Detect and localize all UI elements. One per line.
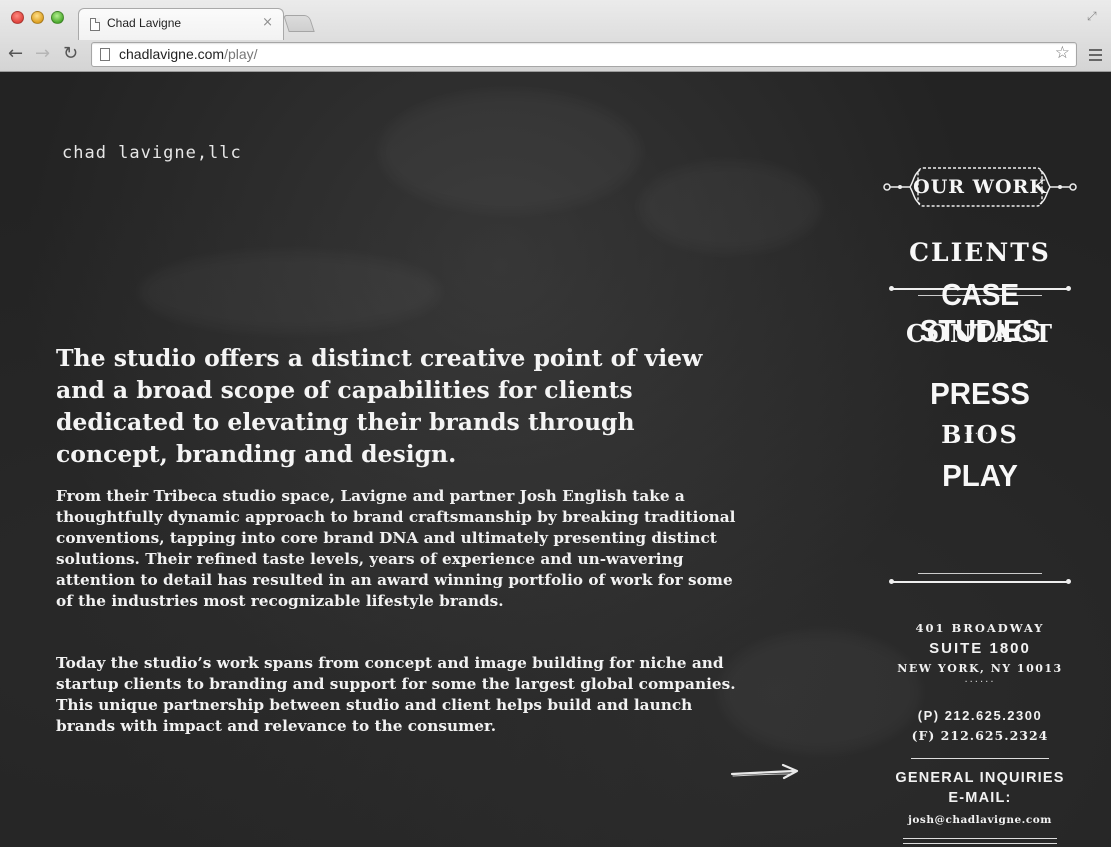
page-content: chad lavigne,llc The studio offers a dis… bbox=[0, 72, 1111, 847]
email-link[interactable]: josh@chadlavigne.com bbox=[880, 814, 1080, 826]
lead-paragraph: The studio offers a distinct creative po… bbox=[56, 344, 703, 468]
divider bbox=[903, 838, 1057, 839]
chalk-smudge bbox=[640, 162, 820, 252]
zoom-window-button[interactable] bbox=[51, 11, 64, 24]
our-work-banner: OUR WORK bbox=[880, 162, 1080, 222]
menu-icon[interactable] bbox=[1089, 49, 1102, 64]
reload-icon[interactable]: ↻ bbox=[63, 42, 78, 66]
forward-icon[interactable]: → bbox=[35, 42, 50, 66]
divider bbox=[911, 758, 1049, 759]
bookmark-star-icon[interactable]: ☆ bbox=[1055, 43, 1070, 63]
nav-link-play[interactable]: PLAY bbox=[885, 458, 1075, 494]
address-line: 401 BROADWAY bbox=[915, 621, 1045, 635]
close-window-button[interactable] bbox=[11, 11, 24, 24]
url-text[interactable]: chadlavigne.com/play/ bbox=[119, 46, 258, 62]
url-path: /play/ bbox=[224, 46, 258, 62]
new-tab-button[interactable] bbox=[283, 15, 315, 32]
inquiries-label: GENERAL INQUIRIES bbox=[895, 770, 1065, 786]
url-domain: chadlavigne.com bbox=[119, 46, 225, 62]
address-bar[interactable]: chadlavigne.com/play/ ☆ bbox=[91, 42, 1077, 67]
divider bbox=[903, 843, 1057, 844]
body-paragraph: Today the studio’s work spans from conce… bbox=[56, 654, 736, 735]
tab-title: Chad Lavigne bbox=[107, 16, 182, 30]
divider bbox=[918, 573, 1042, 574]
phone-number: (P) 212.625.2300 bbox=[917, 708, 1043, 723]
tab-close-icon[interactable]: × bbox=[262, 15, 273, 30]
nav-link-contact[interactable]: CONTACT bbox=[880, 319, 1080, 348]
minimize-window-button[interactable] bbox=[31, 11, 44, 24]
nav-link-press[interactable]: PRESS bbox=[885, 376, 1075, 412]
fax-number: (F) 212.625.2324 bbox=[911, 728, 1049, 743]
body-paragraph: From their Tribeca studio space, Lavigne… bbox=[56, 487, 736, 610]
chalk-smudge bbox=[380, 92, 640, 212]
divider bbox=[889, 579, 1071, 584]
nav-link-clients[interactable]: CLIENTS bbox=[880, 238, 1080, 267]
our-work-heading[interactable]: OUR WORK bbox=[910, 166, 1050, 208]
chalk-smudge bbox=[140, 252, 440, 332]
browser-toolbar: ← → ↻ chadlavigne.com/play/ ☆ bbox=[0, 40, 1111, 70]
next-arrow-icon[interactable] bbox=[729, 762, 801, 784]
email-label: E-MAIL: bbox=[948, 790, 1012, 806]
dots-divider: ...... bbox=[964, 674, 996, 685]
page-icon bbox=[100, 48, 110, 61]
window-controls bbox=[11, 11, 64, 24]
address-line: SUITE 1800 bbox=[929, 640, 1031, 657]
browser-tab[interactable]: Chad Lavigne × bbox=[78, 8, 284, 40]
page-icon bbox=[90, 18, 100, 31]
fullscreen-icon[interactable]: ⤢ bbox=[1087, 9, 1101, 23]
nav-link-bios[interactable]: BIOS bbox=[880, 420, 1080, 449]
site-logo[interactable]: chad lavigne,llc bbox=[62, 143, 242, 163]
back-icon[interactable]: ← bbox=[8, 42, 23, 66]
browser-chrome: Chad Lavigne × ⤢ ← → ↻ chadlavigne.com/p… bbox=[0, 0, 1111, 72]
